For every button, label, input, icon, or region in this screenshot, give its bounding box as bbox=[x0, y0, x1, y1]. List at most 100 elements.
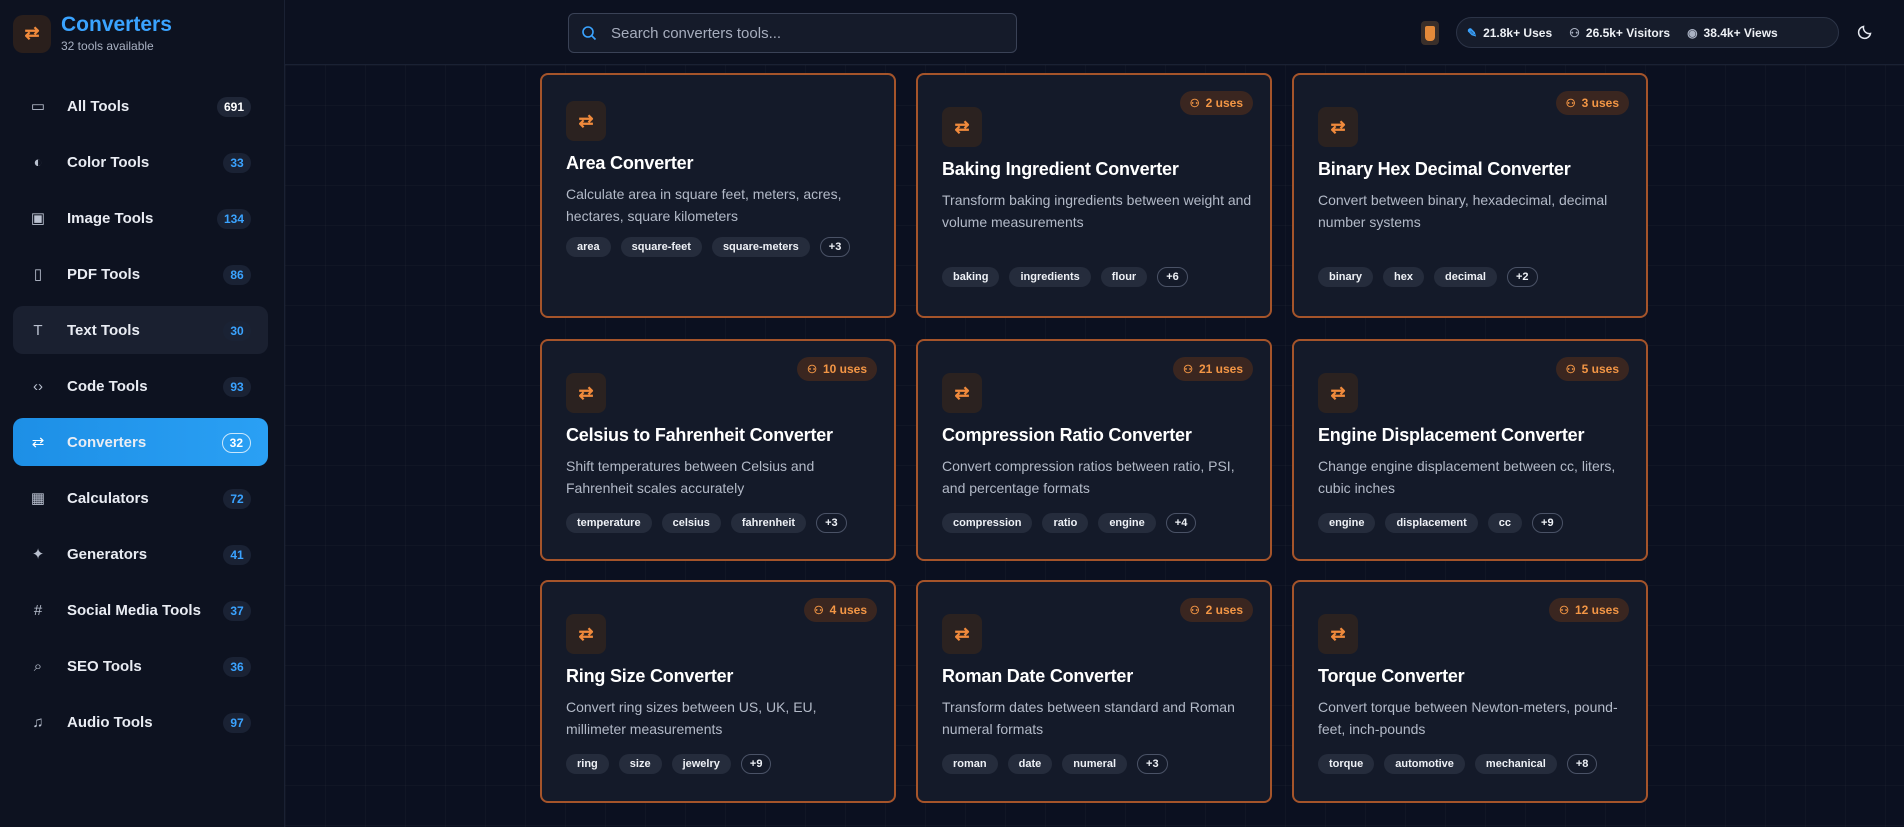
sidebar-item-audio-tools[interactable]: ♫ Audio Tools 97 bbox=[13, 698, 268, 746]
sidebar-item-label: Converters bbox=[67, 433, 147, 451]
more-tags-badge[interactable]: +9 bbox=[1532, 513, 1563, 533]
uses-count: 4 uses bbox=[829, 603, 867, 617]
sidebar-item-label: SEO Tools bbox=[67, 657, 142, 675]
code-icon: ‹› bbox=[33, 377, 43, 395]
tag[interactable]: hex bbox=[1383, 267, 1424, 287]
tool-title[interactable]: Torque Converter bbox=[1318, 666, 1465, 687]
search-icon bbox=[582, 26, 597, 41]
tag[interactable]: cc bbox=[1487, 513, 1523, 533]
sidebar-item-text-tools[interactable]: T Text Tools 30 bbox=[13, 306, 268, 354]
tag-list: baking ingredients flour +6 bbox=[942, 267, 1262, 297]
tool-description: Convert torque between Newton-meters, po… bbox=[1318, 699, 1618, 737]
tag[interactable]: date bbox=[1007, 754, 1053, 774]
tool-title[interactable]: Baking Ingredient Converter bbox=[942, 159, 1179, 180]
sidebar-item-code-tools[interactable]: ‹› Code Tools 93 bbox=[13, 362, 268, 410]
tag[interactable]: engine bbox=[1318, 513, 1376, 533]
sidebar-item-count: 41 bbox=[223, 545, 251, 565]
tool-description: Transform dates between standard and Rom… bbox=[942, 699, 1235, 737]
tag[interactable]: flour bbox=[1100, 267, 1148, 287]
uses-count: 2 uses bbox=[1205, 603, 1243, 617]
tool-card[interactable]: ⇄ Area Converter Calculate area in square … bbox=[540, 73, 896, 318]
tool-title[interactable]: Engine Displacement Converter bbox=[1318, 425, 1584, 446]
tag[interactable]: mechanical bbox=[1474, 754, 1557, 774]
sidebar-item-generators[interactable]: ✦ Generators 41 bbox=[13, 530, 268, 578]
tool-card[interactable]: ⇄ ⚇ 21 uses Compression Ratio Converter Conv… bbox=[916, 339, 1272, 561]
tag[interactable]: compression bbox=[942, 513, 1033, 533]
tag[interactable]: temperature bbox=[566, 513, 652, 533]
tool-card[interactable]: ⇄ ⚇ 12 uses Torque Converter Convert torque … bbox=[1292, 580, 1648, 803]
tag[interactable]: displacement bbox=[1385, 513, 1478, 533]
stat-uses-label: 21.8k+ Uses bbox=[1483, 25, 1553, 40]
sidebar-item-calculators[interactable]: ▦ Calculators 72 bbox=[13, 474, 268, 522]
uses-badge: ⚇ 5 uses bbox=[1555, 357, 1629, 381]
tag[interactable]: ingredients bbox=[1009, 267, 1091, 287]
tool-card[interactable]: ⇄ ⚇ 10 uses Celsius to Fahrenheit Converter… bbox=[540, 339, 896, 561]
sidebar-item-converters[interactable]: ⇄ Converters 32 bbox=[13, 418, 268, 466]
users-icon: ⚇ bbox=[1565, 97, 1576, 110]
tag[interactable]: numeral bbox=[1062, 754, 1128, 774]
tool-title[interactable]: Celsius to Fahrenheit Converter bbox=[566, 425, 833, 446]
more-tags-badge[interactable]: +4 bbox=[1165, 513, 1197, 533]
tool-title[interactable]: Compression Ratio Converter bbox=[942, 425, 1192, 446]
tag[interactable]: torque bbox=[1318, 754, 1375, 774]
tag[interactable]: square-meters bbox=[711, 237, 810, 257]
tool-description: Convert between binary, hexadecimal, dec… bbox=[1318, 192, 1608, 230]
tool-card[interactable]: ⇄ ⚇ 2 uses Baking Ingredient Converter Trans… bbox=[916, 73, 1272, 318]
sidebar-item-seo-tools[interactable]: ⌕ SEO Tools 36 bbox=[13, 642, 268, 690]
sidebar-item-color-tools[interactable]: ◐ Color Tools 33 bbox=[13, 138, 268, 186]
more-tags-badge[interactable]: +6 bbox=[1157, 267, 1188, 287]
tool-card[interactable]: ⇄ ⚇ 3 uses Binary Hex Decimal Converter Conv… bbox=[1292, 73, 1648, 318]
sidebar-item-count: 97 bbox=[223, 713, 251, 733]
more-tags-badge[interactable]: +3 bbox=[819, 237, 851, 257]
tag[interactable]: automotive bbox=[1384, 754, 1465, 774]
tag[interactable]: decimal bbox=[1433, 267, 1497, 287]
tool-card[interactable]: ⇄ ⚇ 2 uses Roman Date Converter Transform da… bbox=[916, 580, 1272, 803]
tool-title[interactable]: Area Converter bbox=[566, 153, 693, 174]
tag[interactable]: engine bbox=[1098, 513, 1156, 533]
more-tags-badge[interactable]: +2 bbox=[1506, 267, 1538, 287]
search-box[interactable] bbox=[568, 13, 1017, 53]
brand-title: Converters bbox=[61, 13, 172, 36]
sidebar-item-count: 33 bbox=[223, 153, 251, 173]
theme-toggle-button[interactable] bbox=[1853, 20, 1877, 44]
hash-icon: # bbox=[33, 601, 43, 619]
tag[interactable]: binary bbox=[1318, 267, 1374, 287]
tag[interactable]: size bbox=[618, 754, 662, 774]
tag[interactable]: area bbox=[566, 237, 611, 257]
tool-title[interactable]: Binary Hex Decimal Converter bbox=[1318, 159, 1571, 180]
music-icon: ♫ bbox=[32, 713, 44, 731]
tool-card[interactable]: ⇄ ⚇ 4 uses Ring Size Converter Convert ring … bbox=[540, 580, 896, 803]
tag[interactable]: square-feet bbox=[620, 237, 702, 257]
tool-description: Transform baking ingredients between wei… bbox=[942, 192, 1252, 230]
more-tags-badge[interactable]: +8 bbox=[1566, 754, 1598, 774]
sidebar-item-label: PDF Tools bbox=[67, 265, 141, 283]
tag[interactable]: baking bbox=[942, 267, 1000, 287]
tag[interactable]: roman bbox=[942, 754, 998, 774]
sidebar-item-image-tools[interactable]: ▣ Image Tools 134 bbox=[13, 194, 268, 242]
sidebar: ⇄ Converters 32 tools available ▭ All Too… bbox=[0, 0, 285, 827]
sidebar-item-all-tools[interactable]: ▭ All Tools 691 bbox=[13, 82, 268, 130]
swap-icon[interactable]: ⇄ bbox=[13, 14, 51, 53]
top-bar: ✎ 21.8k+ Uses ⚇ 26.5k+ Visitors ◉ 38.4k+… bbox=[285, 0, 1904, 65]
coffee-cup-icon[interactable] bbox=[1421, 21, 1439, 45]
sidebar-item-social-media-tools[interactable]: # Social Media Tools 37 bbox=[13, 586, 268, 634]
sidebar-nav: ▭ All Tools 691 ◐ Color Tools 33 ▣ Image Tools 1… bbox=[13, 82, 268, 754]
tag[interactable]: ratio bbox=[1042, 513, 1089, 533]
tool-title[interactable]: Roman Date Converter bbox=[942, 666, 1133, 687]
tag-list: binary hex decimal +2 bbox=[1318, 267, 1638, 297]
tag[interactable]: jewelry bbox=[671, 754, 731, 774]
tool-title[interactable]: Ring Size Converter bbox=[566, 666, 733, 687]
search-input[interactable] bbox=[611, 24, 991, 42]
more-tags-badge[interactable]: +9 bbox=[740, 754, 772, 774]
sidebar-item-pdf-tools[interactable]: ▯ PDF Tools 86 bbox=[13, 250, 268, 298]
users-icon: ⚇ bbox=[1565, 363, 1576, 376]
tools-grid: ⇄ Area Converter Calculate area in square … bbox=[285, 65, 1904, 827]
search-icon: ⌕ bbox=[33, 657, 43, 675]
swap-icon: ⇄ bbox=[942, 373, 982, 413]
tag[interactable]: ring bbox=[566, 754, 609, 774]
more-tags-badge[interactable]: +3 bbox=[1137, 754, 1168, 774]
tag[interactable]: celsius bbox=[661, 513, 721, 533]
tag[interactable]: fahrenheit bbox=[730, 513, 807, 533]
tool-card[interactable]: ⇄ ⚇ 5 uses Engine Displacement Converter Cha… bbox=[1292, 339, 1648, 561]
more-tags-badge[interactable]: +3 bbox=[816, 513, 847, 533]
